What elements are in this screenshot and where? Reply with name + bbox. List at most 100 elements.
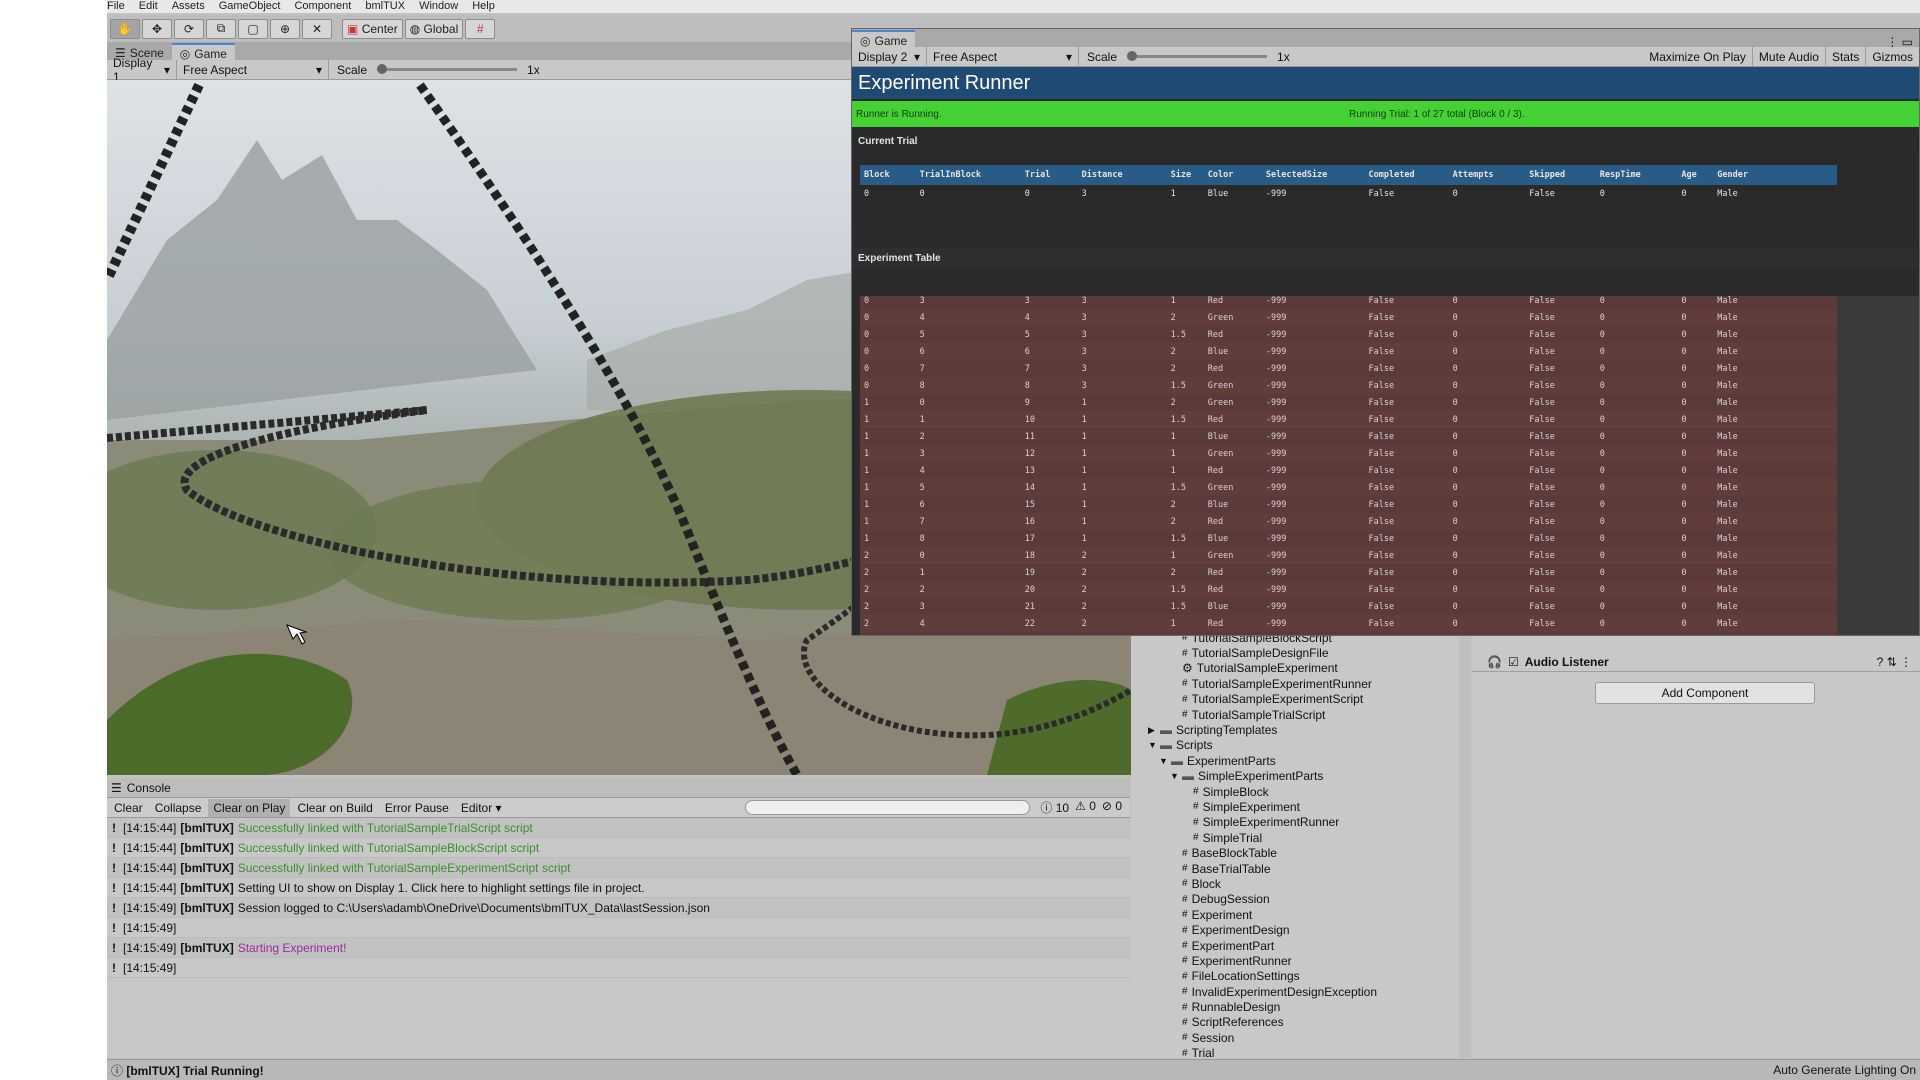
project-item[interactable]: # Session <box>1131 1030 1469 1045</box>
project-item[interactable]: # Trial <box>1131 1046 1469 1058</box>
project-item[interactable]: ▼ ▬ ExperimentParts <box>1131 753 1469 768</box>
table-cell: 2 <box>1081 601 1087 612</box>
project-item-label: TutorialSampleTrialScript <box>1191 707 1326 722</box>
stats-toggle[interactable]: Stats <box>1826 47 1867 66</box>
project-item[interactable]: # BaseBlockTable <box>1131 845 1469 860</box>
console-clear-on-play-button[interactable]: Clear on Play <box>208 798 291 817</box>
project-item[interactable]: ▼ ▬ SimpleExperimentParts <box>1131 769 1469 784</box>
gizmos-toggle[interactable]: Gizmos <box>1866 47 1919 66</box>
display-dropdown[interactable]: Display 1 ▾ <box>107 56 177 84</box>
expand-arrow-icon[interactable]: ▼ <box>1170 771 1179 781</box>
project-item[interactable]: # ExperimentRunner <box>1131 953 1469 968</box>
aspect-dropdown[interactable]: Free Aspect ▾ <box>177 60 329 79</box>
project-item[interactable]: # ExperimentPart <box>1131 938 1469 953</box>
project-item[interactable]: # DebugSession <box>1131 892 1469 907</box>
rect-tool-icon[interactable]: ▢ <box>238 18 268 39</box>
aspect-2-dropdown[interactable]: Free Aspect ▾ <box>927 47 1079 66</box>
menu-assets[interactable]: Assets <box>172 0 205 13</box>
rotate-tool-icon[interactable]: ⟳ <box>174 18 204 39</box>
expand-arrow-icon[interactable]: ▼ <box>1159 756 1168 766</box>
error-count-toggle[interactable]: ⊘ 0 <box>1102 799 1122 816</box>
project-item[interactable]: # Experiment <box>1131 907 1469 922</box>
project-item[interactable]: # RunnableDesign <box>1131 999 1469 1014</box>
project-item[interactable]: # BaseTrialTable <box>1131 861 1469 876</box>
project-item[interactable]: # SimpleExperiment <box>1131 799 1469 814</box>
console-collapse-button[interactable]: Collapse <box>150 799 207 817</box>
console-log-entry[interactable]: ! [14:15:44] [bmlTUX] Successfully linked w… <box>107 838 1130 858</box>
project-item[interactable]: # TutorialSampleTrialScript <box>1131 707 1469 722</box>
runner-trial-progress: Running Trial: 1 of 27 total (Block 0 / … <box>1349 108 1525 120</box>
project-item[interactable]: # Block <box>1131 876 1469 891</box>
project-scrollbar[interactable] <box>1459 630 1469 1058</box>
project-item[interactable]: # TutorialSampleExperimentScript <box>1131 692 1469 707</box>
custom-tool-icon[interactable]: ✕ <box>302 18 332 39</box>
expand-arrow-icon[interactable]: ▼ <box>1148 740 1157 750</box>
project-item[interactable]: # FileLocationSettings <box>1131 969 1469 984</box>
display-2-dropdown[interactable]: Display 2 ▾ <box>852 47 927 66</box>
audio-listener-component-header[interactable]: 🎧 ☑ Audio Listener ? ⇅ ⋮ <box>1472 652 1920 672</box>
project-item[interactable]: # ExperimentDesign <box>1131 922 1469 937</box>
mute-audio-toggle[interactable]: Mute Audio <box>1753 47 1826 66</box>
console-log-entry[interactable]: ! [14:15:49] <box>107 918 1130 938</box>
pivot-global-button[interactable]: ◍ Global <box>404 18 464 39</box>
table-cell: 0 <box>1599 397 1605 408</box>
console-editor-dropdown[interactable]: Editor ▾ <box>456 799 507 817</box>
project-item-label: ScriptingTemplates <box>1176 723 1278 738</box>
console-log-entry[interactable]: ! [14:15:44] [bmlTUX] Setting UI to show on… <box>107 878 1130 898</box>
project-item[interactable]: # TutorialSampleExperimentRunner <box>1131 676 1469 691</box>
table-cell: Red <box>1207 465 1224 476</box>
warning-count-toggle[interactable]: ⚠ 0 <box>1075 799 1096 816</box>
menu-window[interactable]: Window <box>419 0 458 13</box>
script-icon: # <box>1182 678 1188 690</box>
console-tab[interactable]: ☰ Console <box>107 778 1130 798</box>
menu-help[interactable]: Help <box>472 0 495 13</box>
menu-edit[interactable]: Edit <box>139 0 158 13</box>
console-log-entry[interactable]: ! [14:15:44] [bmlTUX] Successfully linked w… <box>107 818 1130 838</box>
scale-label: Scale <box>337 62 368 77</box>
maximize-on-play-toggle[interactable]: Maximize On Play <box>1643 47 1753 66</box>
project-item[interactable]: # TutorialSampleDesignFile <box>1131 645 1469 660</box>
project-item[interactable]: ▶ ▬ ScriptingTemplates <box>1131 722 1469 737</box>
console-search-input[interactable] <box>745 800 1031 815</box>
pivot-center-button[interactable]: ▣ Center <box>342 18 403 39</box>
scale-slider[interactable] <box>377 64 518 74</box>
console-log-entry[interactable]: ! [14:15:44] [bmlTUX] Successfully linked w… <box>107 858 1130 878</box>
scale-tool-icon[interactable]: ⧉ <box>206 18 236 39</box>
table-cell: 0 <box>1452 414 1458 425</box>
hand-tool-icon[interactable]: ✋ <box>110 18 140 39</box>
table-cell: False <box>1368 414 1395 425</box>
snap-grid-button[interactable]: # <box>465 18 496 39</box>
console-error-pause-button[interactable]: Error Pause <box>380 799 454 817</box>
script-icon: # <box>1182 863 1188 875</box>
component-menu-icon[interactable]: ? ⇅ ⋮ <box>1877 655 1912 669</box>
table-cell: False <box>1368 516 1395 527</box>
console-clear-on-build-button[interactable]: Clear on Build <box>292 799 377 817</box>
console-log-entry[interactable]: ! [14:15:49] [bmlTUX] Session logged to C:\… <box>107 898 1130 918</box>
project-item[interactable]: # SimpleTrial <box>1131 830 1469 845</box>
menu-gameobject[interactable]: GameObject <box>219 0 281 13</box>
log-count-toggle[interactable]: ⓘ 10 <box>1040 799 1069 816</box>
project-item[interactable]: ⚙ TutorialSampleExperiment <box>1131 661 1469 676</box>
component-enabled-checkbox[interactable]: ☑ <box>1508 655 1519 669</box>
move-tool-icon[interactable]: ✥ <box>142 18 172 39</box>
transform-tool-icon[interactable]: ⊕ <box>270 18 300 39</box>
chevron-down-icon: ▾ <box>495 800 502 815</box>
menu-component[interactable]: Component <box>294 0 351 13</box>
console-clear-button[interactable]: Clear <box>109 799 148 817</box>
console-log-entry[interactable]: ! [14:15:49] [bmlTUX] Starting Experiment! <box>107 938 1130 958</box>
project-item[interactable]: # SimpleExperimentRunner <box>1131 815 1469 830</box>
console-log-entry[interactable]: ! [14:15:49] <box>107 958 1130 978</box>
collapse-arrow-icon[interactable]: ▶ <box>1148 725 1156 736</box>
project-item[interactable]: ▼ ▬ Scripts <box>1131 738 1469 753</box>
project-item[interactable]: # ScriptReferences <box>1131 1015 1469 1030</box>
status-message: ⓘ [bmlTUX] Trial Running! <box>111 1063 264 1078</box>
add-component-button[interactable]: Add Component <box>1595 682 1815 704</box>
project-item[interactable]: # SimpleBlock <box>1131 784 1469 799</box>
table-cell: -999 <box>1265 516 1287 527</box>
table-cell: -999 <box>1265 414 1287 425</box>
menu-file[interactable]: File <box>107 0 125 13</box>
menu-bmltux[interactable]: bmlTUX <box>365 0 405 13</box>
scale-2-slider[interactable] <box>1127 51 1268 61</box>
project-item[interactable]: # InvalidExperimentDesignException <box>1131 984 1469 999</box>
experiment-table-scroll[interactable]: 0 3 3 3 1 Red -999 False 0 False 0 0 Male 0 4 4 3 2 Green -… <box>860 296 1837 635</box>
